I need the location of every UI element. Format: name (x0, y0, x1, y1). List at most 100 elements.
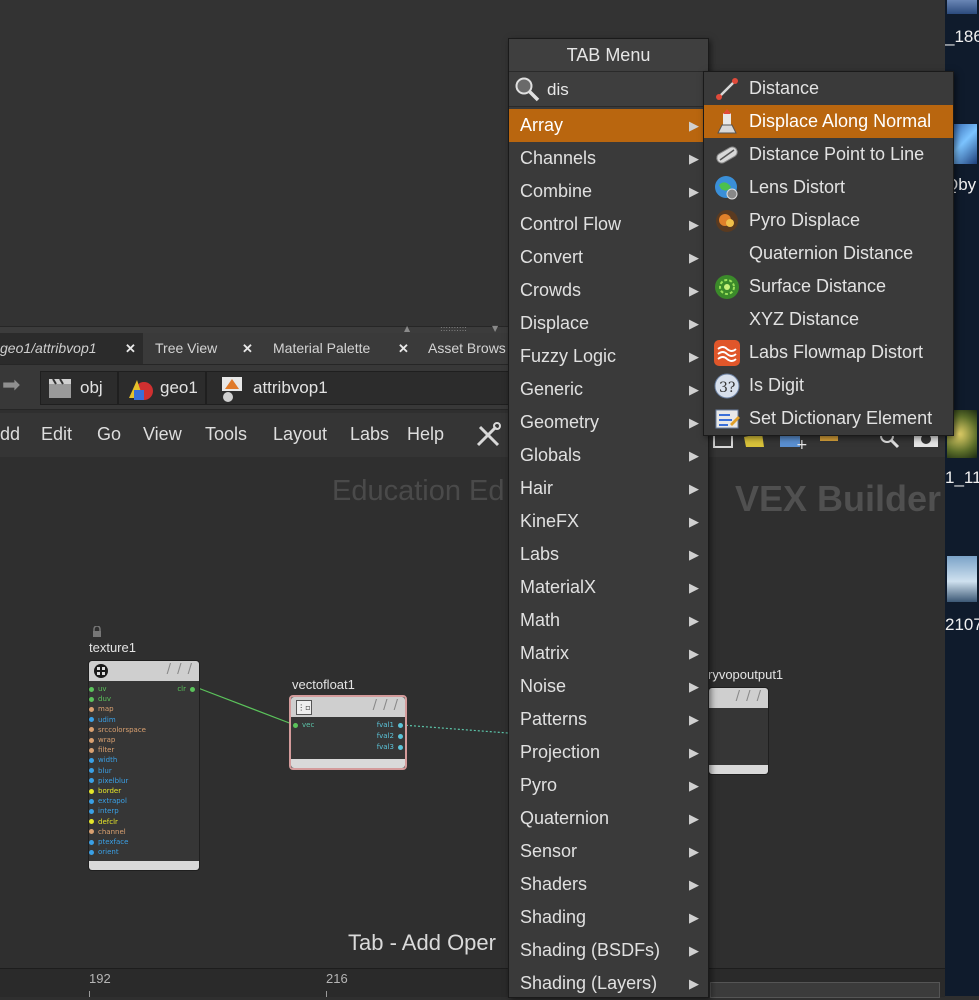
input-port[interactable]: blur (89, 767, 112, 776)
vectofloat-node[interactable]: ⋮▫ / / / vec fval1 fval2 fval3 (289, 695, 407, 770)
desktop-label[interactable]: _186 (945, 27, 979, 47)
node-header[interactable]: ⋮▫ / / / (291, 697, 405, 717)
category-math[interactable]: Math ▶ (509, 604, 708, 637)
category-channels[interactable]: Channels ▶ (509, 142, 708, 175)
category-matrix[interactable]: Matrix ▶ (509, 637, 708, 670)
port-label: uv (98, 685, 107, 693)
input-port[interactable]: interp (89, 807, 119, 816)
category-kinefx[interactable]: KineFX ▶ (509, 505, 708, 538)
category-generic[interactable]: Generic ▶ (509, 373, 708, 406)
input-port[interactable]: srccolorspace (89, 726, 146, 735)
desktop-label[interactable]: 2107 (945, 615, 979, 635)
result-item-is-digit[interactable]: 3? Is Digit (704, 369, 953, 402)
input-port[interactable]: width (89, 756, 117, 765)
input-port[interactable]: vec (293, 721, 314, 730)
result-item-set-dictionary-element[interactable]: Set Dictionary Element (704, 402, 953, 435)
output-port[interactable]: clr (177, 685, 195, 694)
result-item-distance[interactable]: Distance (704, 72, 953, 105)
port-dot[interactable] (190, 686, 195, 692)
texture-node[interactable]: / / / uv duv map udim srccolorspace wrap filte… (88, 660, 200, 871)
node-name[interactable]: ryvopoutput1 (708, 667, 783, 682)
input-port[interactable]: channel (89, 828, 126, 837)
node-flags[interactable]: / / / (736, 689, 762, 704)
input-port[interactable]: orient (89, 848, 119, 857)
result-item-surface-distance[interactable]: Surface Distance (704, 270, 953, 303)
port-dot[interactable] (89, 798, 94, 804)
output-port[interactable]: fval1 (377, 721, 403, 730)
result-item-xyz-distance[interactable]: XYZ Distance (704, 303, 953, 336)
category-geometry[interactable]: Geometry ▶ (509, 406, 708, 439)
port-dot[interactable] (89, 808, 94, 814)
category-hair[interactable]: Hair ▶ (509, 472, 708, 505)
result-item-labs-flowmap-distort[interactable]: Labs Flowmap Distort (704, 336, 953, 369)
port-dot[interactable] (89, 727, 94, 733)
category-patterns[interactable]: Patterns ▶ (509, 703, 708, 736)
lock-icon[interactable] (91, 626, 103, 638)
port-dot[interactable] (89, 706, 94, 712)
port-dot[interactable] (89, 686, 94, 692)
category-shaders[interactable]: Shaders ▶ (509, 868, 708, 901)
desktop-thumbnail[interactable] (947, 0, 977, 14)
output-port[interactable]: fval2 (377, 732, 403, 741)
desktop-thumbnail[interactable] (947, 556, 977, 602)
input-port[interactable]: ptexface (89, 838, 128, 847)
category-shading-layers[interactable]: Shading (Layers) ▶ (509, 967, 708, 1000)
input-port[interactable]: border (89, 787, 121, 796)
category-labs[interactable]: Labs ▶ (509, 538, 708, 571)
port-dot[interactable] (89, 819, 94, 825)
category-shading-bsdfs[interactable]: Shading (BSDFs) ▶ (509, 934, 708, 967)
category-displace[interactable]: Displace ▶ (509, 307, 708, 340)
node-flags[interactable]: / / / (167, 662, 193, 677)
input-port[interactable]: filter (89, 746, 114, 755)
input-port[interactable]: extrapol (89, 797, 127, 806)
category-crowds[interactable]: Crowds ▶ (509, 274, 708, 307)
input-port[interactable]: uv (89, 685, 107, 694)
port-dot[interactable] (89, 839, 94, 845)
input-port[interactable]: wrap (89, 736, 115, 745)
category-array[interactable]: Array ▶ (509, 109, 708, 142)
wire[interactable] (401, 724, 509, 734)
category-fuzzy-logic[interactable]: Fuzzy Logic ▶ (509, 340, 708, 373)
node-header[interactable]: / / / (709, 688, 768, 708)
input-port[interactable]: pixelblur (89, 777, 128, 786)
input-port[interactable]: duv (89, 695, 111, 704)
category-sensor[interactable]: Sensor ▶ (509, 835, 708, 868)
desktop-label[interactable]: 1_11 (945, 468, 979, 488)
port-dot[interactable] (89, 717, 94, 723)
category-pyro[interactable]: Pyro ▶ (509, 769, 708, 802)
port-dot[interactable] (89, 757, 94, 763)
category-quaternion[interactable]: Quaternion ▶ (509, 802, 708, 835)
port-dot[interactable] (89, 768, 94, 774)
category-control-flow[interactable]: Control Flow ▶ (509, 208, 708, 241)
node-flags[interactable]: / / / (373, 698, 399, 713)
category-projection[interactable]: Projection ▶ (509, 736, 708, 769)
port-dot[interactable] (89, 788, 94, 794)
category-globals[interactable]: Globals ▶ (509, 439, 708, 472)
output-node[interactable]: / / / (708, 687, 769, 775)
result-item-pyro-displace[interactable]: Pyro Displace (704, 204, 953, 237)
result-item-displace-along-normal[interactable]: Displace Along Normal (704, 105, 953, 138)
result-item-quaternion-distance[interactable]: Quaternion Distance (704, 237, 953, 270)
input-port[interactable]: defclr (89, 818, 118, 827)
category-combine[interactable]: Combine ▶ (509, 175, 708, 208)
port-dot[interactable] (89, 849, 94, 855)
port-dot[interactable] (89, 696, 94, 702)
port-dot[interactable] (89, 737, 94, 743)
category-convert[interactable]: Convert ▶ (509, 241, 708, 274)
search-input[interactable] (545, 76, 699, 104)
input-port[interactable]: map (89, 705, 114, 714)
result-item-lens-distort[interactable]: Lens Distort (704, 171, 953, 204)
port-dot[interactable] (89, 747, 94, 753)
category-materialx[interactable]: MaterialX ▶ (509, 571, 708, 604)
node-name[interactable]: texture1 (89, 640, 136, 655)
output-port[interactable]: fval3 (377, 743, 403, 752)
port-dot[interactable] (89, 778, 94, 784)
node-header[interactable]: / / / (89, 661, 199, 681)
result-item-distance-point-to-line[interactable]: Distance Point to Line (704, 138, 953, 171)
category-shading[interactable]: Shading ▶ (509, 901, 708, 934)
port-dot[interactable] (89, 829, 94, 835)
wire[interactable] (197, 687, 293, 725)
node-name[interactable]: vectofloat1 (292, 677, 355, 692)
category-noise[interactable]: Noise ▶ (509, 670, 708, 703)
input-port[interactable]: udim (89, 716, 116, 725)
